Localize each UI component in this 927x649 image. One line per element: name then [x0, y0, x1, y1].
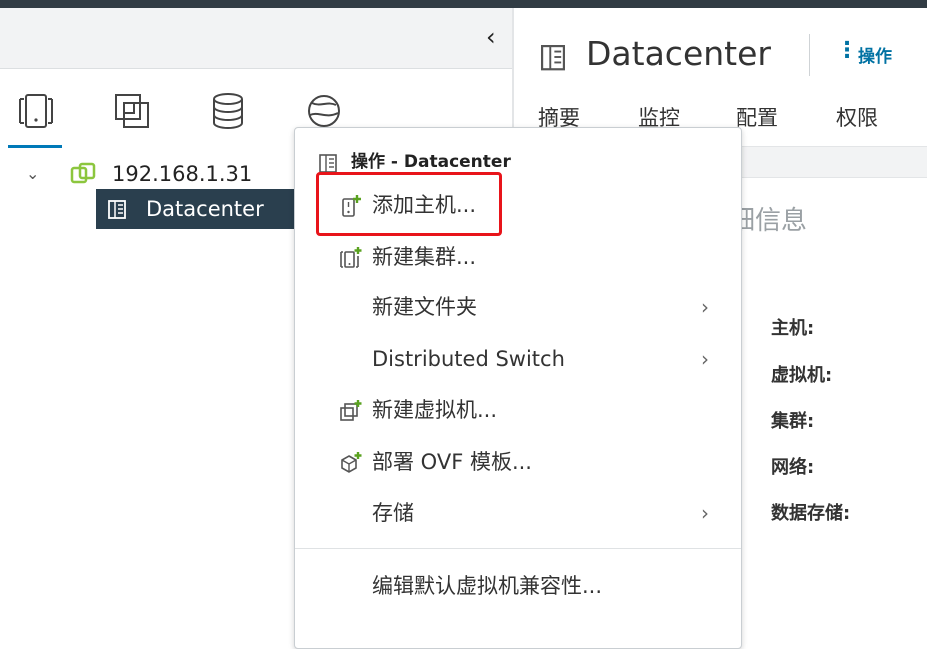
- chevron-right-icon: ›: [701, 295, 709, 319]
- datacenter-icon: [319, 154, 337, 173]
- vms-templates-tab[interactable]: [112, 91, 152, 131]
- networking-tab[interactable]: [304, 91, 344, 131]
- label-datastores: 数据存储:: [771, 503, 851, 524]
- menu-separator: [295, 548, 741, 549]
- title-separator: [809, 34, 810, 76]
- collapse-panel-button[interactable]: ‹: [486, 22, 496, 52]
- new-vm-icon: [340, 400, 362, 421]
- menu-item-new-folder[interactable]: 新建文件夹 ›: [295, 285, 741, 329]
- storage-tab[interactable]: [208, 91, 248, 131]
- tree-label-datacenter: Datacenter: [146, 197, 264, 221]
- menu-item-edit-vm-compat[interactable]: 编辑默认虚拟机兼容性...: [295, 564, 741, 608]
- top-bar: [0, 0, 927, 8]
- menu-item-deploy-ovf[interactable]: 部署 OVF 模板...: [295, 440, 741, 484]
- menu-item-new-vm[interactable]: 新建虚拟机...: [295, 388, 741, 432]
- tab-permissions[interactable]: 权限: [836, 102, 878, 132]
- tree-row-datacenter[interactable]: Datacenter: [96, 189, 296, 229]
- vertical-ellipsis-icon[interactable]: ⋮: [836, 38, 858, 63]
- menu-item-new-cluster[interactable]: 新建集群...: [295, 235, 741, 279]
- label-clusters: 集群:: [771, 411, 815, 432]
- chevron-right-icon: ›: [701, 501, 709, 525]
- tree-label-host: 192.168.1.31: [112, 162, 253, 186]
- vms-and-templates-icon: [115, 94, 149, 128]
- actions-button[interactable]: 操作: [858, 42, 892, 67]
- globe-icon: [308, 95, 340, 127]
- page-title: Datacenter: [586, 34, 771, 73]
- hosts-clusters-tab[interactable]: [8, 91, 62, 148]
- tab-configure[interactable]: 配置: [736, 102, 778, 132]
- menu-item-storage[interactable]: 存储 ›: [295, 491, 741, 535]
- chevron-down-icon[interactable]: ⌄: [26, 156, 39, 192]
- navigator-header: ‹: [0, 8, 512, 69]
- label-networks: 网络:: [771, 457, 815, 478]
- hosts-and-clusters-icon: [19, 94, 53, 128]
- label-hosts: 主机:: [771, 318, 815, 339]
- chevron-right-icon: ›: [701, 347, 709, 371]
- vcenter-icon: [70, 162, 96, 184]
- menu-item-distributed-switch[interactable]: Distributed Switch ›: [295, 337, 741, 381]
- datacenter-icon: [541, 45, 565, 71]
- new-cluster-icon: [340, 247, 362, 268]
- datacenter-icon: [108, 200, 126, 219]
- highlight-box: [316, 172, 502, 236]
- deploy-ovf-icon: [341, 452, 362, 473]
- label-vms: 虚拟机:: [771, 365, 833, 386]
- database-icon: [213, 93, 243, 129]
